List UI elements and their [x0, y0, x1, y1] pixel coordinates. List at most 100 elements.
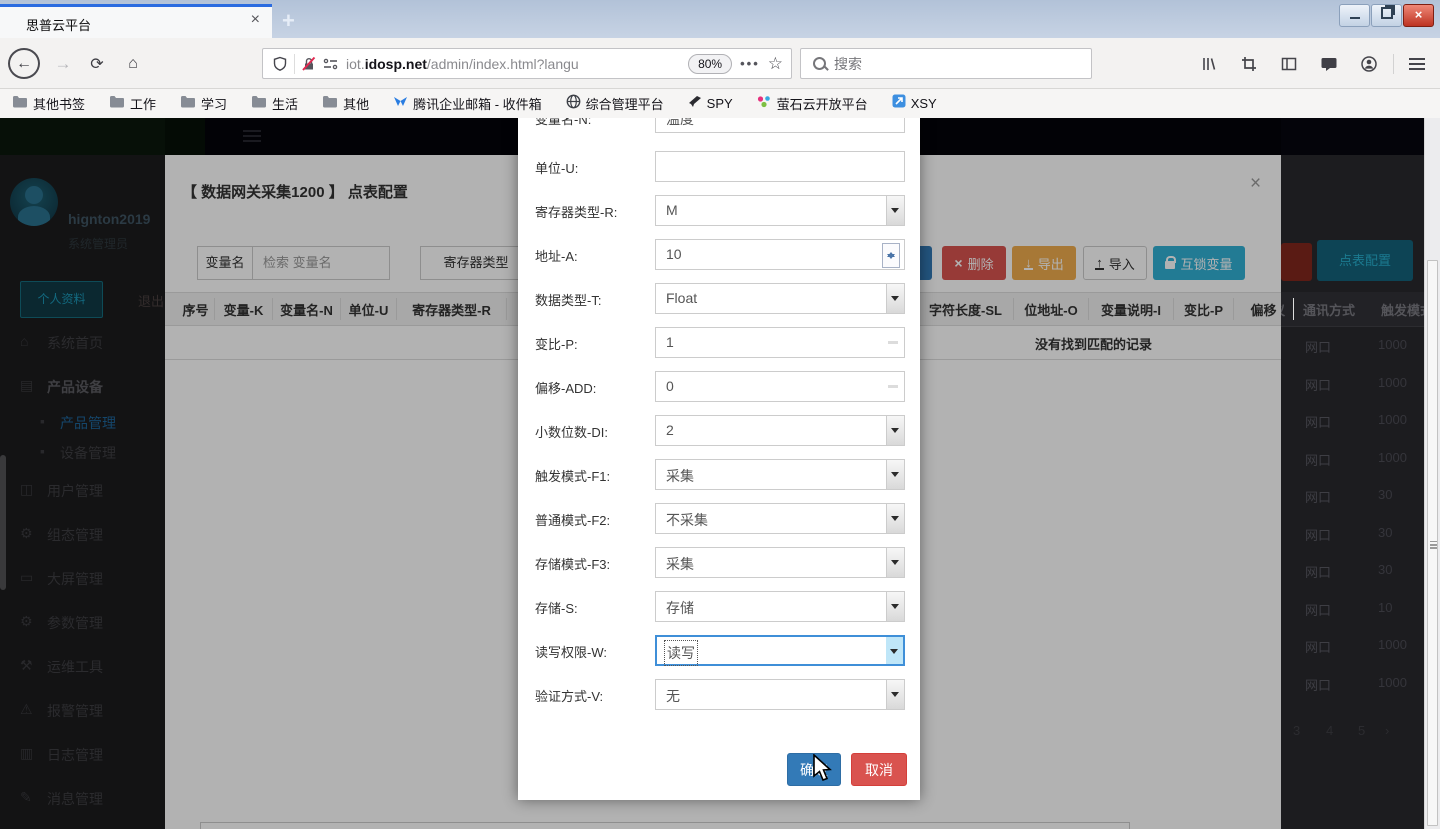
bookmark-star-icon[interactable]: ☆	[768, 54, 783, 74]
device-row[interactable]: 网口30	[1281, 476, 1425, 513]
window-minimize-button[interactable]	[1339, 4, 1370, 27]
field-select[interactable]: 采集	[655, 459, 905, 490]
sidebar-item-运维工具[interactable]: ⚒运维工具	[0, 655, 165, 685]
dropdown-arrow-icon[interactable]	[886, 592, 904, 621]
browser-tab[interactable]: 思普云平台 ×	[0, 4, 272, 38]
dropdown-arrow-icon[interactable]	[886, 284, 904, 313]
sidebar-item-产品管理[interactable]: ▪产品管理	[0, 411, 165, 441]
field-input[interactable]: 温度	[655, 118, 905, 133]
tab-close-icon[interactable]: ×	[251, 11, 260, 29]
bookmark-item[interactable]: 学习	[180, 94, 227, 113]
device-row[interactable]: 网口1000	[1281, 401, 1425, 438]
page-link[interactable]: 3	[1293, 723, 1300, 738]
search-input[interactable]: 搜索	[800, 48, 1092, 79]
avatar[interactable]	[10, 178, 58, 226]
field-input[interactable]: 0	[655, 371, 905, 402]
field-value: 读写	[667, 643, 695, 663]
device-row[interactable]: 网口10	[1281, 589, 1425, 626]
messages-icon[interactable]	[1316, 48, 1342, 79]
sidebar-item-日志管理[interactable]: ▥日志管理	[0, 743, 165, 773]
bookmark-item[interactable]: 腾讯企业邮箱 - 收件箱	[393, 94, 542, 113]
dropdown-arrow-icon[interactable]	[886, 460, 904, 489]
sidebar-item-设备管理[interactable]: ▪设备管理	[0, 441, 165, 471]
device-row[interactable]: 网口30	[1281, 551, 1425, 588]
bookmark-item[interactable]: 工作	[109, 94, 156, 113]
device-row[interactable]: 网口1000	[1281, 439, 1425, 476]
field-select[interactable]: 2	[655, 415, 905, 446]
zoom-level-badge[interactable]: 80%	[688, 54, 732, 74]
forward-button[interactable]: →	[50, 48, 76, 79]
sidebar-item-报警管理[interactable]: ⚠报警管理	[0, 699, 165, 729]
page-link[interactable]: 4	[1326, 723, 1333, 738]
dropdown-arrow-icon[interactable]	[886, 196, 904, 225]
scrollbar-thumb[interactable]	[1427, 260, 1438, 826]
field-input[interactable]	[655, 151, 905, 182]
sidebar-scrollbar[interactable]	[0, 455, 6, 590]
field-label: 寄存器类型-R:	[535, 202, 617, 221]
number-spinner[interactable]	[882, 243, 900, 268]
dropdown-arrow-icon[interactable]	[886, 548, 904, 577]
insecure-lock-icon[interactable]	[301, 56, 317, 72]
sidebar-item-大屏管理[interactable]: ▭大屏管理	[0, 567, 165, 597]
new-tab-button[interactable]: +	[282, 8, 295, 34]
page-link[interactable]: ›	[1385, 723, 1389, 738]
device-row[interactable]: 网口1000	[1281, 664, 1425, 701]
back-button[interactable]: ←	[8, 48, 40, 79]
field-select[interactable]: M	[655, 195, 905, 226]
sidebars-icon[interactable]	[1276, 48, 1302, 79]
screenshot-icon[interactable]	[1236, 48, 1262, 79]
field-input[interactable]: 10	[655, 239, 905, 270]
tab-title: 思普云平台	[26, 15, 91, 34]
reload-button[interactable]: ⟳	[84, 48, 110, 79]
device-row[interactable]: 网口1000	[1281, 326, 1425, 363]
field-select[interactable]: 无	[655, 679, 905, 710]
device-row[interactable]: 网口30	[1281, 514, 1425, 551]
account-icon[interactable]	[1356, 48, 1382, 79]
permissions-icon[interactable]	[322, 56, 339, 72]
sidebar-item-用户管理[interactable]: ◫用户管理	[0, 479, 165, 509]
window-restore-button[interactable]	[1371, 4, 1402, 27]
page-scrollbar[interactable]	[1424, 118, 1440, 829]
sidebar-item-组态管理[interactable]: ⚙组态管理	[0, 523, 165, 553]
sidebar-item-系统首页[interactable]: ⌂系统首页	[0, 331, 165, 361]
delete-button[interactable]: 删除	[1281, 243, 1312, 281]
logout-button[interactable]: 退出	[138, 291, 164, 310]
field-select[interactable]: 不采集	[655, 503, 905, 534]
library-icon[interactable]	[1196, 48, 1222, 79]
bookmark-item[interactable]: 其他	[322, 94, 369, 113]
shield-icon[interactable]	[272, 56, 288, 72]
point-table-config-button[interactable]: 点表配置	[1317, 240, 1413, 281]
device-row[interactable]: 网口1000	[1281, 626, 1425, 663]
field-select[interactable]: 读写	[655, 635, 905, 666]
page-actions-icon[interactable]: •••	[740, 56, 760, 71]
bookmark-item[interactable]: SPY	[688, 95, 733, 113]
page-link[interactable]: 5	[1358, 723, 1365, 738]
device-row[interactable]: 网口1000	[1281, 364, 1425, 401]
field-select[interactable]: 存储	[655, 591, 905, 622]
comm-method-cell: 网口	[1305, 487, 1331, 506]
sidebar-item-参数管理[interactable]: ⚙参数管理	[0, 611, 165, 641]
dropdown-arrow-icon[interactable]	[886, 504, 904, 533]
edit-icon: ✎	[20, 789, 32, 806]
sidebar-item-产品设备[interactable]: ▤产品设备	[0, 375, 165, 405]
field-input[interactable]: 1	[655, 327, 905, 358]
bookmark-item[interactable]: 萤石云开放平台	[757, 94, 868, 113]
menu-icon[interactable]	[1404, 48, 1430, 79]
dropdown-arrow-icon[interactable]	[886, 416, 904, 445]
window-close-button[interactable]: ×	[1403, 4, 1434, 27]
device-table-header: 议 通讯方式 触发模式	[1281, 292, 1425, 327]
cancel-button[interactable]: 取消	[851, 753, 907, 786]
bookmark-item[interactable]: 其他书签	[12, 94, 85, 113]
url-bar[interactable]: iot.idosp.net/admin/index.html?langu 80%…	[262, 48, 792, 79]
dropdown-arrow-icon[interactable]	[886, 637, 903, 664]
sidebar-item-消息管理[interactable]: ✎消息管理	[0, 787, 165, 817]
bookmark-item[interactable]: XSY	[892, 94, 937, 113]
dropdown-arrow-icon[interactable]	[886, 680, 904, 709]
home-button[interactable]: ⌂	[120, 48, 146, 79]
profile-button[interactable]: 个人资料	[20, 281, 103, 318]
sidebar-item-label: 产品设备	[47, 377, 103, 397]
bookmark-item[interactable]: 综合管理平台	[566, 94, 664, 114]
field-select[interactable]: 采集	[655, 547, 905, 578]
bookmark-item[interactable]: 生活	[251, 94, 298, 113]
field-select[interactable]: Float	[655, 283, 905, 314]
